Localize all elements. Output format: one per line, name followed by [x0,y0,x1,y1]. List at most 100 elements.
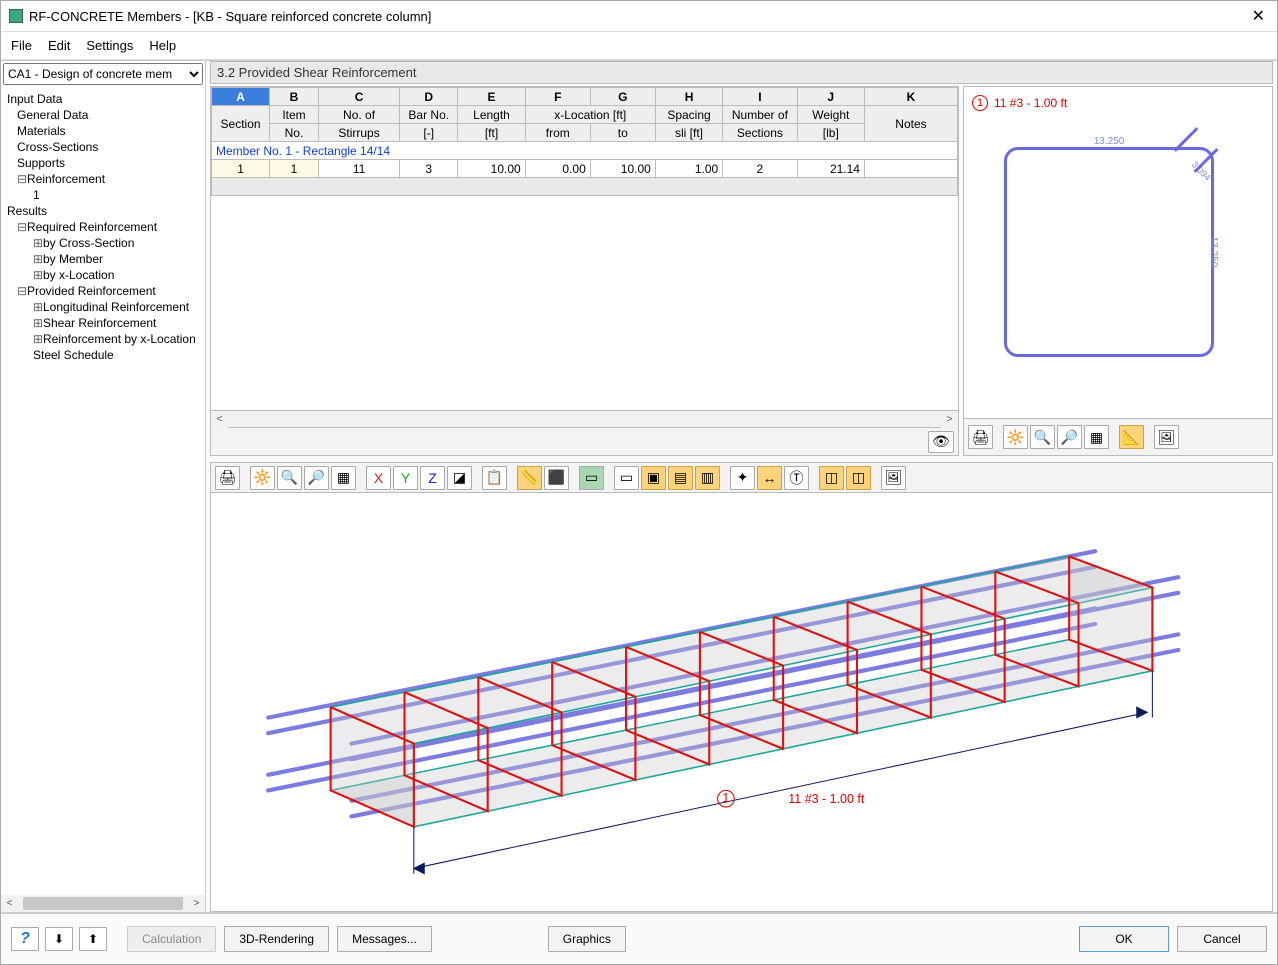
tree-long-reinf[interactable]: ⊞Longitudinal Reinforcement [3,299,203,315]
tree-by-member[interactable]: ⊞by Member [3,251,203,267]
grid-icon[interactable]: ▦ [331,466,356,490]
zoom-in-icon[interactable]: 🔍 [1030,425,1055,449]
navigation-tree[interactable]: Input Data General Data Materials Cross-… [1,87,205,895]
rendering-button[interactable]: 3D-Rendering [224,926,329,952]
shear-reinf-table[interactable]: A B C D E F G H I J K [211,87,958,196]
member-header: Member No. 1 - Rectangle 14/14 [212,142,958,160]
bars-icon[interactable]: ▤ [668,466,693,490]
menu-file[interactable]: File [11,38,32,53]
table-row[interactable]: 1 1 11 3 10.00 0.00 10.00 1.00 2 21.14 [212,160,958,178]
svg-text:11 #3 - 1.00 ft: 11 #3 - 1.00 ft [788,792,865,806]
col-J[interactable]: J [797,88,864,106]
text-icon[interactable]: Ⓣ [784,466,809,490]
outline-icon[interactable]: ▭ [614,466,639,490]
view-z-icon[interactable]: Z [420,466,445,490]
zoom-window-icon[interactable]: 🔎 [304,466,329,490]
ok-button[interactable]: OK [1079,926,1169,952]
tree-results[interactable]: Results [3,203,203,219]
scroll-right-icon[interactable]: > [188,895,205,912]
tree-by-x[interactable]: ⊞by x-Location [3,267,203,283]
titlebar: RF-CONCRETE Members - [KB - Square reinf… [1,1,1277,32]
viewer-toolbar: 🖨 🔆 🔍 🔎 ▦ X Y Z ◪ 📋 📏 ⬛ [211,463,1272,493]
menubar: File Edit Settings Help [1,32,1277,60]
cover-icon[interactable]: ▣ [641,466,666,490]
render-icon[interactable]: 🖼 [1154,425,1179,449]
tree-provided[interactable]: ⊟Provided Reinforcement [3,283,203,299]
col-H[interactable]: H [655,88,722,106]
export-button[interactable]: ⬆ [79,927,107,951]
stirrups-icon[interactable]: ▥ [695,466,720,490]
view-y-icon[interactable]: Y [393,466,418,490]
iso-icon[interactable]: ◪ [447,466,472,490]
left-panel: CA1 - Design of concrete mem Input Data … [1,61,206,912]
tree-reinf-by-x[interactable]: ⊞Reinforcement by x-Location [3,331,203,347]
tree-required[interactable]: ⊟Required Reinforcement [3,219,203,235]
tree-reinforcement-1[interactable]: 1 [3,187,203,203]
section-view[interactable]: 1 11 #3 - 1.00 ft 13.250 13.250 3.094 [964,87,1272,419]
section-toolbar: 🖨 🔆 🔍 🔎 ▦ 📐 🖼 [964,419,1272,455]
section-indicator: 1 [972,95,988,111]
scroll-left-icon[interactable]: < [211,411,228,428]
col-E[interactable]: E [458,88,525,106]
scroll-right-icon[interactable]: > [941,411,958,428]
tree-shear-reinf[interactable]: ⊞Shear Reinforcement [3,315,203,331]
menu-edit[interactable]: Edit [48,38,70,53]
graphics-button[interactable]: Graphics [548,926,626,952]
viewer-3d: 🖨 🔆 🔍 🔎 ▦ X Y Z ◪ 📋 📏 ⬛ [210,462,1273,912]
zoom-extents-icon[interactable]: 🔆 [1003,425,1028,449]
dimensions-icon[interactable]: 📐 [1119,425,1144,449]
tree-general-data[interactable]: General Data [3,107,203,123]
dim-right: 13.250 [1208,237,1219,268]
zoom-in-icon[interactable]: 🔍 [277,466,302,490]
copy-icon[interactable]: 📋 [482,466,507,490]
scroll-left-icon[interactable]: < [1,895,18,912]
dims-icon[interactable]: ↔ [757,466,782,490]
zoom-window-icon[interactable]: 🔎 [1057,425,1082,449]
close-icon[interactable]: ✕ [1248,6,1269,26]
messages-button[interactable]: Messages... [337,926,432,952]
col-B[interactable]: B [270,88,319,106]
scroll-thumb[interactable] [23,897,183,910]
pane-title: 3.2 Provided Shear Reinforcement [210,61,1273,84]
help-icon[interactable]: ? [11,927,39,951]
opt1-icon[interactable]: ◫ [819,466,844,490]
view-button[interactable]: 👁 [928,431,954,453]
cancel-button[interactable]: Cancel [1177,926,1267,952]
axes-icon[interactable]: ✦ [730,466,755,490]
tree-materials[interactable]: Materials [3,123,203,139]
case-selector[interactable]: CA1 - Design of concrete mem [3,63,203,85]
print-icon[interactable]: 🖨 [215,466,240,490]
col-F[interactable]: F [525,88,590,106]
tree-reinforcement[interactable]: ⊟Reinforcement [3,171,203,187]
viewer-canvas[interactable]: 1 11 #3 - 1.00 ft [211,493,1272,911]
opt2-icon[interactable]: ◫ [846,466,871,490]
render2-icon[interactable]: 🖼 [881,466,906,490]
svg-text:1: 1 [722,791,729,805]
col-D[interactable]: D [400,88,458,106]
table-scroll-x[interactable]: < > [211,410,958,427]
col-K[interactable]: K [864,88,957,106]
grid-icon[interactable]: ▦ [1084,425,1109,449]
tree-scroll-x[interactable]: < > [1,895,205,912]
right-panel: 3.2 Provided Shear Reinforcement A B C D… [206,61,1277,912]
zoom-extents-icon[interactable]: 🔆 [250,466,275,490]
menu-help[interactable]: Help [149,38,176,53]
tree-steel-schedule[interactable]: Steel Schedule [3,347,203,363]
tree-input-data[interactable]: Input Data [3,91,203,107]
col-C[interactable]: C [318,88,399,106]
menu-settings[interactable]: Settings [86,38,133,53]
print-icon[interactable]: 🖨 [968,425,993,449]
solid-icon[interactable]: ⬛ [544,466,569,490]
col-G[interactable]: G [590,88,655,106]
label-icon[interactable]: 📏 [517,466,542,490]
tree-supports[interactable]: Supports [3,155,203,171]
tree-cross-sections[interactable]: Cross-Sections [3,139,203,155]
beam-svg: 1 11 #3 - 1.00 ft [211,493,1272,911]
import-button[interactable]: ⬇ [45,927,73,951]
section-panel: 1 11 #3 - 1.00 ft 13.250 13.250 3.094 🖨 [963,86,1273,456]
col-A[interactable]: A [212,88,270,106]
tree-by-cross[interactable]: ⊞by Cross-Section [3,235,203,251]
member-icon[interactable]: ▭ [579,466,604,490]
col-I[interactable]: I [723,88,797,106]
view-x-icon[interactable]: X [366,466,391,490]
